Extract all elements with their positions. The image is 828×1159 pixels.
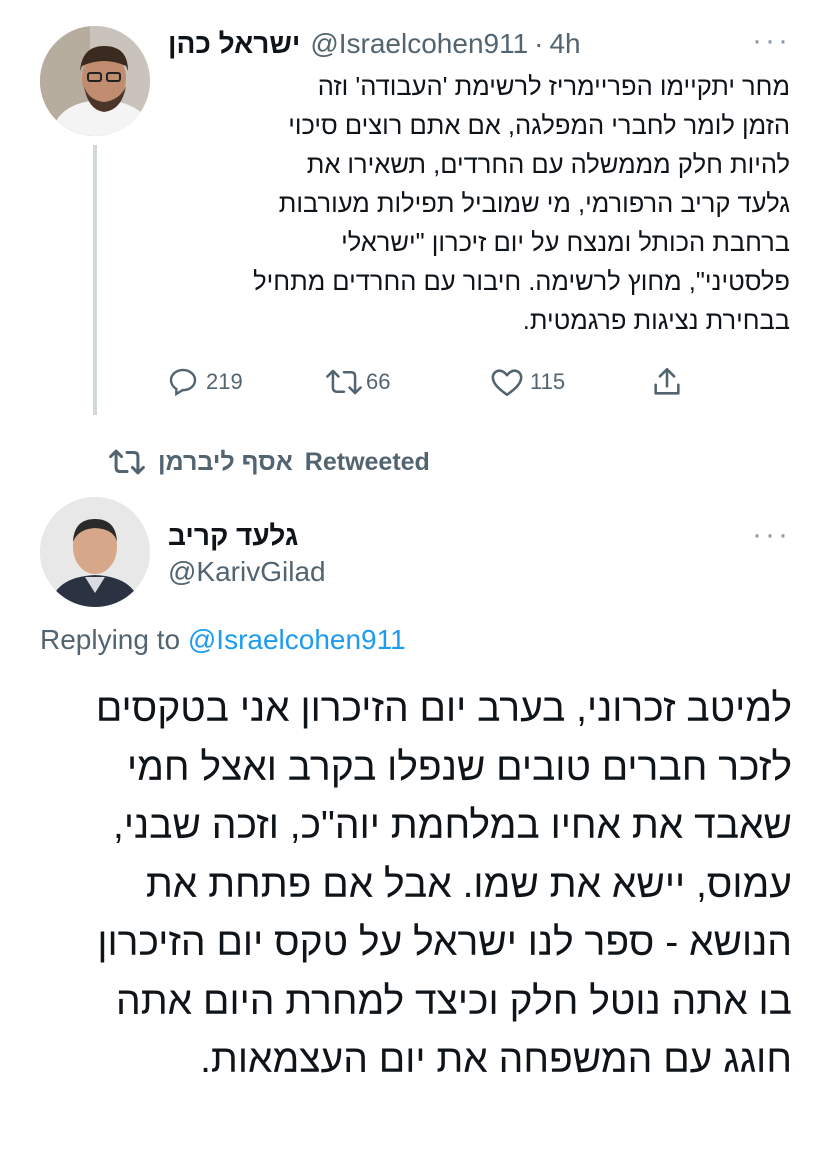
retweeted-icon (109, 449, 145, 475)
tweet1-author-name[interactable]: ישראל כהן (168, 28, 300, 60)
tweet2-line: למיטב זכרוני, בערב יום הזיכרון אני בטקסי… (95, 687, 792, 730)
like-icon (491, 369, 523, 397)
replying-prefix: Replying to (40, 624, 181, 655)
person-photo-icon (40, 497, 150, 607)
retweet-icon (326, 369, 362, 395)
tweet2-line: שאבד את אחיו במלחמת יוה"כ, וזכה שבני, (112, 804, 792, 847)
tweet1-line: גלעד קריב הרפורמי, מי שמוביל תפילות מעור… (278, 190, 790, 218)
tweet2-line: בו אתה נוטל חלק וכיצד למחרת היום אתה (116, 979, 792, 1023)
replying-to: Replying to @Israelcohen911 (40, 624, 406, 656)
tweet2-line: לזכר חברים טובים שנפלו בקרב ואצל חמי (126, 745, 792, 789)
avatar-gilad-kariv[interactable] (40, 497, 150, 607)
thread-line (93, 145, 97, 415)
tweet2-author-name[interactable]: גלעד קריב (168, 520, 298, 552)
tweet1-line: בבחירת נציגות פרגמטית. (522, 307, 790, 335)
share-icon (654, 367, 680, 395)
retweet-button[interactable]: 66 (326, 364, 390, 400)
tweet1-text: מחר יתקיימו הפריימריז לרשימת 'העבודה' וז… (150, 68, 790, 341)
share-button[interactable] (650, 364, 684, 400)
tweet2-line: הנושא - ספר לנו ישראל על טקס יום הזיכרון (97, 921, 792, 964)
tweet1-line: פלסטיני", מחוץ לרשימה. חיבור עם החרדים מ… (253, 268, 790, 296)
tweet1-line: הזמן לומר לחברי המפלגה, אם אתם רוצים סיכ… (288, 112, 790, 140)
tweet1-line: ברחבת הכותל ומנצח על יום זיכרון "ישראלי (341, 229, 790, 257)
tweet2-author-handle[interactable]: @KarivGilad (168, 556, 326, 588)
tweet1-line: מחר יתקיימו הפריימריז לרשימת 'העבודה' וז… (317, 73, 790, 101)
reply-icon (169, 368, 197, 397)
tweet1-time[interactable]: 4h (549, 28, 580, 60)
tweet2-line: חוגג עם המשפחה את יום העצמאות. (200, 1038, 792, 1081)
tweet1-author-handle[interactable]: @Israelcohen911 (310, 28, 528, 60)
retweeter-name[interactable]: אסף ליברמן (158, 448, 293, 477)
tweet1-line: להיות חלק מממשלה עם החרדים, תשאירו את (306, 151, 790, 179)
like-count: 115 (530, 369, 566, 394)
tweet1-header: ישראל כהן @Israelcohen911 · 4h (168, 26, 728, 62)
tweet2-line: עמוס, יישא את שמו. אבל אם פתחת את (145, 862, 792, 906)
tweet2-more-icon[interactable]: ··· (752, 520, 792, 550)
reply-button[interactable]: 219 (166, 364, 243, 400)
replying-handle-link[interactable]: @Israelcohen911 (188, 624, 406, 655)
like-button[interactable]: 115 (490, 364, 565, 400)
reply-count: 219 (206, 369, 243, 394)
person-photo-icon (40, 26, 150, 136)
retweeted-label: Retweeted (304, 447, 430, 476)
tweet1-more-icon[interactable]: ··· (752, 26, 792, 56)
tweet1-separator: · (534, 28, 544, 59)
retweet-count: 66 (366, 369, 391, 394)
avatar-israel-cohen[interactable] (40, 26, 150, 136)
tweet2-text: למיטב זכרוני, בערב יום הזיכרון אני בטקסי… (40, 680, 792, 1090)
retweet-banner[interactable]: אסף ליברמן Retweeted (108, 444, 430, 480)
